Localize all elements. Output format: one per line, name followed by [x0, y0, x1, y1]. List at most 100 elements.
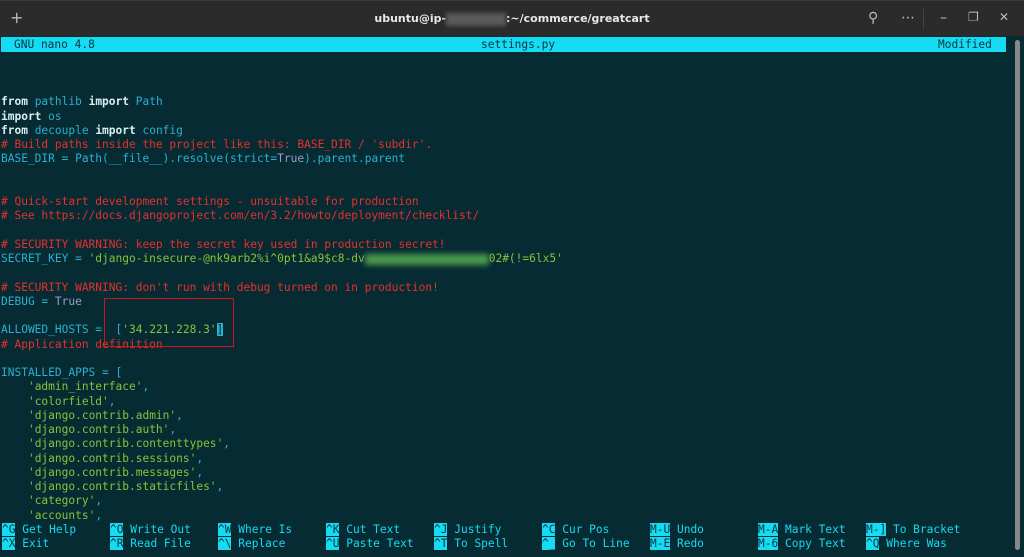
- shortcut-key: ^O: [110, 523, 124, 536]
- code-line: # Quick-start development settings - uns…: [1, 195, 563, 209]
- code-token: from: [1, 123, 28, 137]
- code-token: # See https://docs.djangoproject.com/en/…: [1, 209, 480, 223]
- code-token: ,: [95, 508, 103, 522]
- maximize-icon[interactable]: ❐: [968, 10, 979, 24]
- shortcut-label: Write Out: [130, 523, 191, 536]
- shortcut-key: ^K: [326, 523, 340, 536]
- shortcut-label: Redo: [676, 537, 704, 551]
- shortcut-label: Mark Text: [784, 523, 846, 536]
- code-line: BASE_DIR = Path(__file__).resolve(strict…: [1, 152, 563, 166]
- code-token: # Quick-start development settings - uns…: [1, 195, 419, 208]
- code-token: import: [1, 109, 42, 123]
- shortcut-key: ^_: [542, 537, 556, 551]
- code-line: import os: [1, 110, 563, 124]
- shortcut-item[interactable]: ^U Paste Text: [326, 537, 414, 551]
- shortcut-item[interactable]: M-] To Bracket: [866, 523, 960, 537]
- shortcut-label: Justify: [454, 523, 502, 536]
- code-token: 'accounts': [27, 508, 96, 522]
- code-line: 'category',: [1, 494, 563, 508]
- shortcut-key: ^W: [218, 523, 232, 536]
- code-token: 'admin_interface': [27, 380, 143, 394]
- code-token: import: [95, 123, 136, 137]
- shortcut-item[interactable]: ^T To Spell: [434, 537, 508, 551]
- nano-version: GNU nano 4.8: [14, 38, 95, 51]
- code-token: ).parent.parent: [304, 152, 406, 166]
- code-token: ,: [196, 451, 204, 465]
- shortcut-item[interactable]: ^W Where Is: [218, 523, 292, 537]
- shortcut-label: Get Help: [22, 523, 77, 536]
- shortcut-label: To Spell: [454, 537, 509, 551]
- code-token: 'django.contrib.auth': [27, 423, 170, 436]
- shortcut-key: ^\: [218, 537, 232, 551]
- shortcut-item[interactable]: ^G Get Help: [2, 523, 76, 537]
- shortcut-key: M-6: [758, 537, 779, 551]
- search-icon[interactable]: ⚲: [868, 10, 878, 26]
- code-line: 'django.contrib.admin',: [1, 409, 563, 423]
- code-line: from decouple import config: [1, 124, 563, 138]
- shortcut-item[interactable]: ^Q Where Was: [866, 537, 947, 551]
- shortcut-label: Undo: [676, 523, 704, 536]
- code-line: 'colorfield',: [1, 395, 563, 409]
- code-line: # SECURITY WARNING: don't run with debug…: [1, 281, 563, 295]
- close-icon[interactable]: ✕: [999, 10, 1009, 24]
- code-line: # Build paths inside the project like th…: [1, 138, 563, 152]
- code-token: # Build paths inside the project like th…: [1, 138, 433, 151]
- shortcut-item[interactable]: ^_ Go To Line: [542, 537, 630, 551]
- shortcut-item[interactable]: ^C Cur Pos: [542, 523, 609, 537]
- shortcut-item[interactable]: M-6 Copy Text: [758, 537, 846, 551]
- code-token: 'django.contrib.staticfiles': [27, 480, 217, 493]
- code-token: 'category': [27, 494, 96, 508]
- code-token: 'django.contrib.sessions': [27, 451, 197, 465]
- shortcut-item[interactable]: ^R Read File: [110, 537, 191, 551]
- code-line: from pathlib import Path: [1, 95, 563, 109]
- shortcut-key: ^G: [2, 523, 16, 536]
- code-line: 'django.contrib.auth',: [1, 423, 563, 437]
- shortcut-item[interactable]: ^J Justify: [434, 523, 501, 537]
- code-token: os: [41, 109, 62, 123]
- more-icon[interactable]: ⋯: [901, 10, 915, 26]
- minimize-icon[interactable]: –: [940, 10, 947, 26]
- code-token: decouple: [27, 123, 96, 137]
- shortcut-key: ^R: [110, 537, 124, 551]
- shortcut-item[interactable]: M-A Mark Text: [758, 523, 846, 537]
- scrollbar[interactable]: [1015, 40, 1020, 550]
- shortcut-item[interactable]: M-U Undo: [650, 523, 704, 537]
- shortcut-item[interactable]: ^\ Replace: [218, 537, 285, 551]
- shortcut-label: Replace: [238, 537, 286, 551]
- shortcut-label: Copy Text: [784, 537, 846, 551]
- shortcut-key: M-A: [758, 523, 779, 536]
- code-line: 'django.contrib.sessions',: [1, 452, 563, 466]
- shortcut-key: M-E: [650, 537, 671, 551]
- code-token: ,: [223, 437, 231, 451]
- modified-status: Modified: [938, 38, 992, 51]
- shortcut-item[interactable]: ^K Cut Text: [326, 523, 400, 537]
- code-line: SECRET_KEY = 'django-insecure-@nk9arb2%i…: [1, 252, 563, 266]
- shortcut-label: Exit: [22, 537, 50, 551]
- shortcut-item[interactable]: ^X Exit: [2, 537, 49, 551]
- editor-text-area[interactable]: from pathlib import Path import os from de…: [1, 81, 563, 523]
- shortcut-item[interactable]: ^O Write Out: [110, 523, 191, 537]
- code-token: import: [88, 95, 129, 109]
- shortcut-item[interactable]: M-E Redo: [650, 537, 704, 551]
- code-token: config: [135, 123, 183, 137]
- nano-header: GNU nano 4.8 settings.py Modified: [1, 37, 1006, 52]
- code-line: 'django.contrib.messages',: [1, 466, 563, 480]
- shortcut-label: Where Is: [238, 523, 293, 536]
- shortcut-key: ^U: [326, 537, 340, 551]
- shortcut-key: ^X: [2, 537, 16, 551]
- code-line: # See https://docs.djangoproject.com/en/…: [1, 209, 563, 223]
- shortcut-key: ^T: [434, 537, 448, 551]
- code-line: 'accounts',: [1, 509, 563, 523]
- code-line: 'admin_interface',: [1, 380, 563, 394]
- code-token: 'django.contrib.admin': [27, 408, 177, 422]
